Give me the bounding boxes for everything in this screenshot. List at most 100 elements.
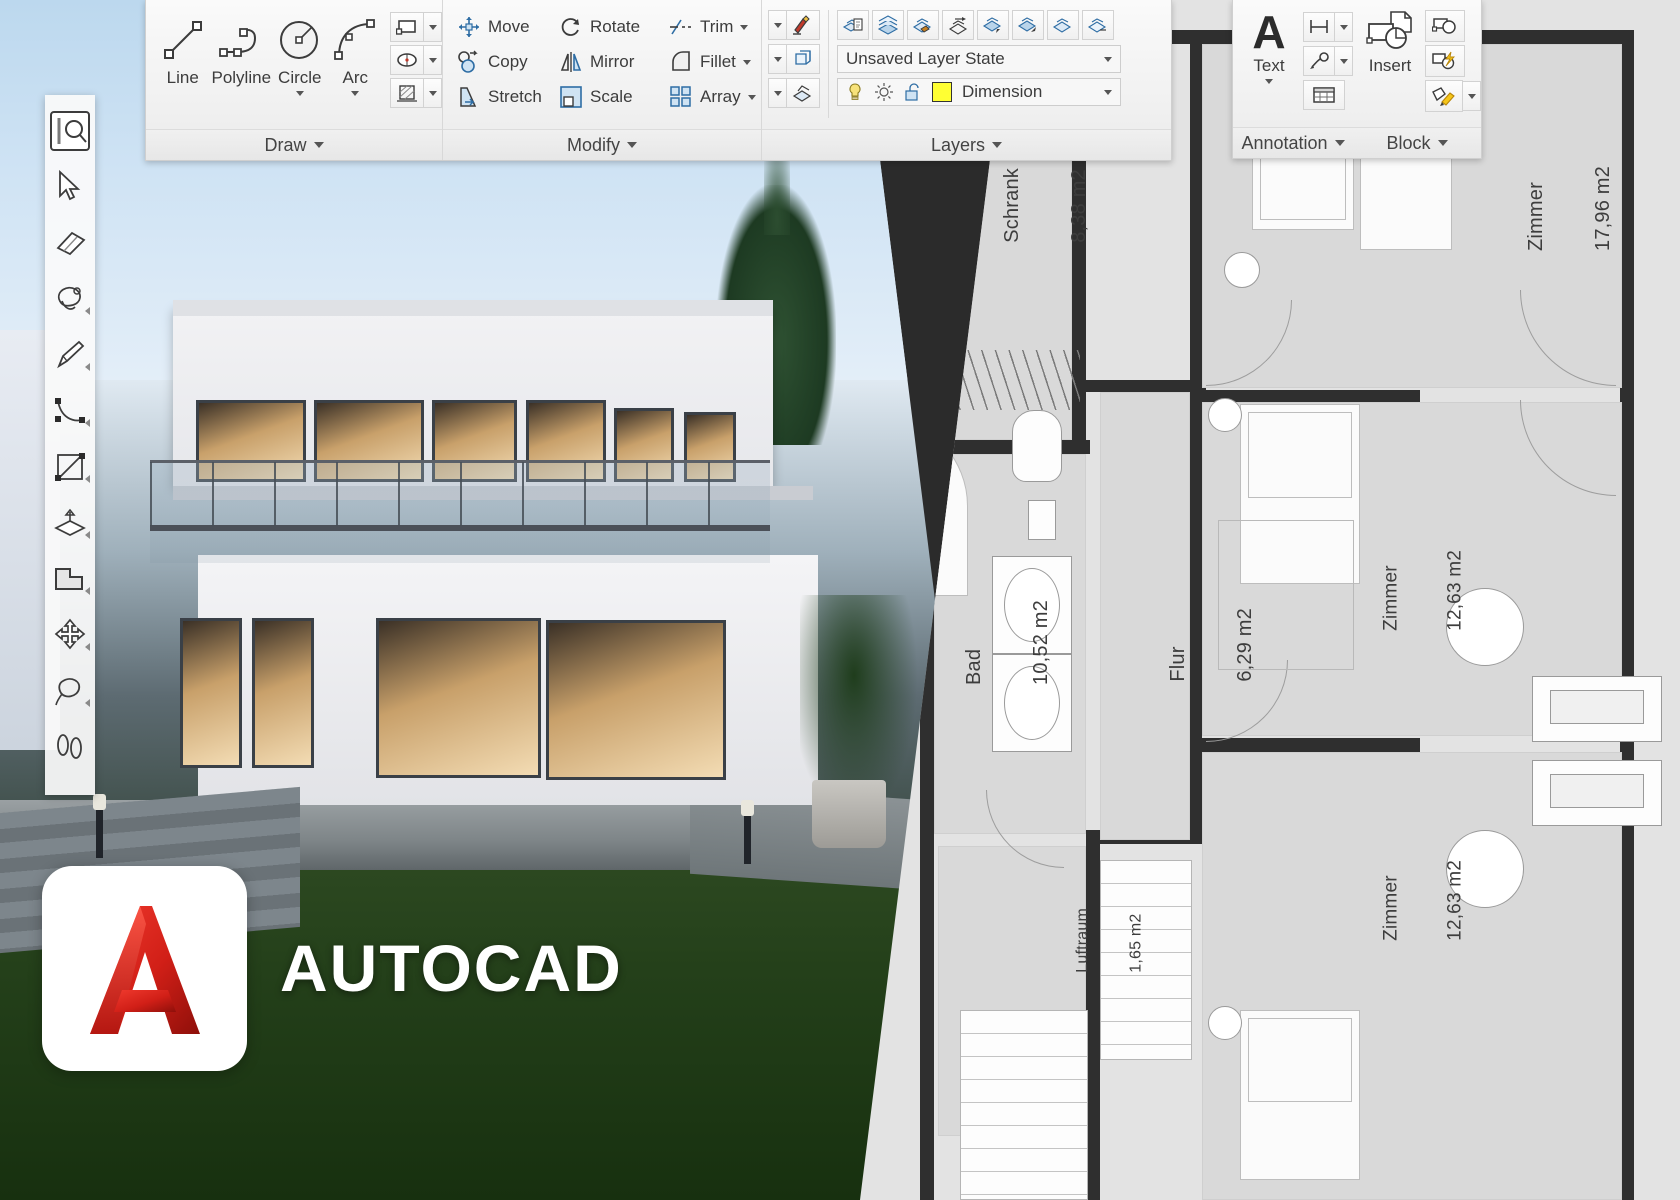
rectangle-icon-button[interactable]	[390, 12, 424, 42]
desk-top	[1550, 690, 1644, 724]
layer-isolate-icon-button[interactable]	[786, 44, 820, 74]
tool-circle[interactable]: Circle	[273, 14, 326, 96]
panel-title-block[interactable]: Block	[1353, 127, 1481, 158]
flyout-arrow-icon[interactable]	[85, 419, 90, 427]
linear-dimension-icon-button[interactable]	[1303, 12, 1335, 42]
layer-off-button[interactable]	[977, 10, 1009, 40]
chevron-down-icon[interactable]	[1265, 79, 1273, 84]
chevron-down-icon[interactable]	[768, 10, 786, 40]
layer-merge-button[interactable]	[768, 78, 820, 108]
flyout-arrow-icon[interactable]	[85, 587, 90, 595]
chevron-down-icon[interactable]	[768, 78, 786, 108]
edit-attribute-icon-button[interactable]	[1425, 80, 1463, 112]
panel-title-layers[interactable]: Layers	[762, 129, 1171, 160]
leader-icon-button[interactable]	[1303, 46, 1335, 76]
tool-boolean-shape[interactable]	[48, 551, 92, 607]
tool-extrude[interactable]	[48, 495, 92, 551]
layer-off-icon	[982, 17, 1002, 33]
tool-hatch[interactable]	[390, 78, 442, 108]
autocad-wordmark: AUTOCAD	[280, 931, 623, 1005]
layer-on-button[interactable]	[1012, 10, 1044, 40]
screenshot-root: Schrank 8,38 m2 Zimmer 17,96 m2 Bad 10,5…	[0, 0, 1680, 1200]
chevron-down-icon[interactable]	[424, 12, 442, 42]
tool-move[interactable]: Move	[457, 12, 545, 42]
chevron-down-icon[interactable]	[768, 44, 786, 74]
tool-trim[interactable]: Trim	[669, 12, 749, 42]
tool-footprints[interactable]	[48, 719, 92, 775]
chevron-down-icon[interactable]	[424, 78, 442, 108]
chevron-down-icon[interactable]	[1104, 89, 1112, 95]
tool-block-editor[interactable]	[1425, 45, 1465, 77]
match-layer-icon-button[interactable]	[786, 10, 820, 40]
flyout-arrow-icon[interactable]	[85, 307, 90, 315]
move-4way-icon	[54, 618, 86, 650]
tool-mirror[interactable]: Mirror	[559, 47, 655, 77]
flyout-arrow-icon[interactable]	[85, 699, 90, 707]
tool-copy[interactable]: Copy	[457, 47, 545, 77]
chevron-down-icon[interactable]	[740, 24, 749, 30]
tool-create-block[interactable]	[1425, 10, 1465, 42]
panel-title-modify[interactable]: Modify	[443, 129, 761, 160]
layer-stack-button[interactable]	[872, 10, 904, 40]
lightbulb-on-icon[interactable]	[846, 82, 864, 102]
tool-array[interactable]: Array	[669, 82, 756, 112]
flyout-arrow-icon[interactable]	[85, 475, 90, 483]
layer-previous-button[interactable]	[942, 10, 974, 40]
chevron-down-icon[interactable]	[1104, 56, 1112, 62]
layer-freeze-button[interactable]	[1047, 10, 1079, 40]
layer-merge-icon-button[interactable]	[786, 78, 820, 108]
tool-ellipse[interactable]	[390, 45, 442, 75]
chevron-down-icon[interactable]	[1335, 46, 1353, 76]
flyout-arrow-icon[interactable]	[85, 643, 90, 651]
flyout-arrow-icon[interactable]	[85, 531, 90, 539]
tool-move-4way[interactable]	[48, 607, 92, 663]
chevron-down-icon[interactable]	[351, 91, 360, 96]
layer-state-dropdown[interactable]: Unsaved Layer State	[837, 45, 1121, 73]
unlock-icon[interactable]	[904, 82, 922, 102]
tool-polygon-diagonal[interactable]	[48, 439, 92, 495]
tool-scale[interactable]: Scale	[559, 82, 655, 112]
tool-rotate[interactable]: Rotate	[559, 12, 655, 42]
tool-arc[interactable]: Arc	[329, 14, 382, 96]
tool-polyline[interactable]: Polyline	[211, 14, 271, 88]
tool-lasso-select[interactable]	[48, 663, 92, 719]
tool-rectangle[interactable]	[390, 12, 442, 42]
layer-thaw-button[interactable]	[1082, 10, 1114, 40]
panel-title-annotation[interactable]: Annotation	[1233, 127, 1353, 158]
tool-text[interactable]: A Text	[1241, 9, 1297, 110]
tool-edit-attribute[interactable]	[1425, 80, 1481, 112]
current-layer-dropdown[interactable]: Dimension	[837, 78, 1121, 106]
layer-match-paint-button[interactable]	[907, 10, 939, 40]
tool-fillet[interactable]: Fillet	[669, 47, 751, 77]
tool-eraser[interactable]	[48, 215, 92, 271]
tool-table[interactable]	[1303, 80, 1345, 110]
tool-insert[interactable]: Insert	[1359, 10, 1421, 112]
layer-color-swatch[interactable]	[932, 82, 952, 102]
chevron-down-icon[interactable]	[295, 91, 304, 96]
layer-properties-button[interactable]	[837, 10, 869, 40]
tool-label: Polyline	[211, 68, 272, 87]
tool-leader[interactable]	[1303, 46, 1353, 76]
chevron-down-icon[interactable]	[742, 59, 751, 65]
tool-sketch-scribble[interactable]	[48, 271, 92, 327]
hatch-icon-button[interactable]	[390, 78, 424, 108]
tool-arc-nodes[interactable]	[48, 383, 92, 439]
tool-line[interactable]: Line	[156, 14, 209, 88]
layer-match-button[interactable]	[768, 10, 820, 40]
chevron-down-icon[interactable]	[424, 45, 442, 75]
tool-pencil[interactable]	[48, 327, 92, 383]
tool-zoom-window[interactable]	[48, 103, 92, 159]
flyout-arrow-icon[interactable]	[85, 363, 90, 371]
layer-properties-icon	[842, 18, 863, 32]
panel-title-draw[interactable]: Draw	[146, 129, 442, 160]
tool-stretch[interactable]: Stretch	[457, 82, 545, 112]
tool-linear-dimension[interactable]	[1303, 12, 1353, 42]
sun-icon[interactable]	[874, 82, 894, 102]
chevron-down-icon[interactable]	[747, 94, 756, 100]
lamp-symbol	[1208, 1006, 1242, 1040]
tool-cursor[interactable]	[48, 159, 92, 215]
ellipse-icon-button[interactable]	[390, 45, 424, 75]
chevron-down-icon[interactable]	[1463, 81, 1481, 111]
chevron-down-icon[interactable]	[1335, 12, 1353, 42]
layer-isolate-button[interactable]	[768, 44, 820, 74]
